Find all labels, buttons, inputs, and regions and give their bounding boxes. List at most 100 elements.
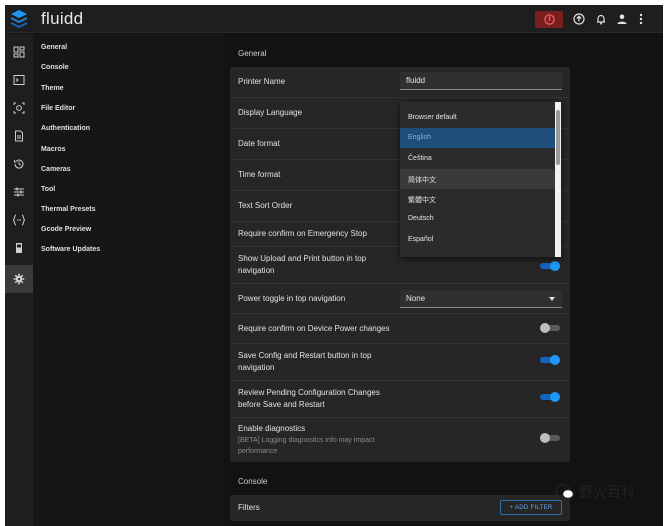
account-icon	[617, 14, 627, 24]
diagnostics-sub-line2: performance	[238, 448, 278, 455]
app-window: fluidd General Console Theme File Editor…	[5, 5, 663, 526]
settings-nav: General Console Theme File Editor Authen…	[33, 34, 223, 526]
upload-print-toggle[interactable]	[540, 261, 560, 271]
review-changes-label-line2: before Save and Restart	[238, 400, 325, 409]
add-filter-button[interactable]: + ADD FILTER	[500, 500, 562, 515]
confirm-estop-label: Require confirm on Emergency Stop	[238, 229, 367, 238]
display-language-label: Display Language	[238, 108, 303, 117]
settings-nav-thermal-presets[interactable]: Thermal Presets	[41, 206, 95, 213]
tune-icon	[14, 187, 24, 197]
language-option-deutsch[interactable]: Deutsch	[400, 209, 555, 229]
fluidd-logo-icon[interactable]	[11, 10, 27, 28]
upload-print-label-line1: Show Upload and Print button in top	[238, 254, 367, 263]
text-sort-order-label: Text Sort Order	[238, 201, 293, 210]
language-option-espanol[interactable]: Español	[400, 230, 555, 250]
bell-icon	[597, 14, 605, 25]
language-option-label: Español	[408, 236, 434, 243]
language-option-cestina[interactable]: Čeština	[400, 149, 555, 169]
rail-settings[interactable]	[5, 265, 33, 293]
watermark-text: 野火百科	[579, 485, 635, 501]
language-option-label: Browser default	[408, 114, 457, 121]
language-option-label: English	[408, 134, 431, 141]
filters-label: Filters	[238, 503, 260, 512]
upload-print-button[interactable]	[571, 11, 587, 27]
power-toggle-label: Power toggle in top navigation	[238, 294, 346, 303]
confirm-power-row: Require confirm on Device Power changes	[230, 314, 570, 344]
scrollbar-thumb[interactable]	[556, 110, 560, 165]
language-option-label: 简体中文	[408, 176, 436, 184]
upload-icon	[573, 13, 585, 25]
save-restart-row: Save Config and Restart button in top na…	[230, 344, 570, 381]
emergency-stop-button[interactable]	[535, 11, 563, 28]
notifications-button[interactable]	[593, 11, 609, 27]
rail-dashboard[interactable]	[5, 38, 33, 66]
diagnostics-row: Enable diagnostics [BETA] Logging diagno…	[230, 418, 570, 462]
review-changes-row: Review Pending Configuration Changes bef…	[230, 381, 570, 418]
dashboard-icon	[13, 46, 25, 58]
rail-system[interactable]	[5, 234, 33, 262]
general-section-title: General	[238, 49, 267, 58]
settings-nav-theme[interactable]: Theme	[41, 85, 64, 92]
review-changes-label-line1: Review Pending Configuration Changes	[238, 388, 380, 397]
date-format-label: Date format	[238, 139, 280, 148]
wechat-icon	[555, 484, 575, 500]
code-braces-icon	[12, 214, 26, 226]
icon-rail	[5, 34, 33, 526]
more-vert-icon	[639, 13, 643, 25]
rail-tune[interactable]	[5, 178, 33, 206]
language-option-label: 繁體中文	[408, 196, 436, 204]
save-restart-toggle[interactable]	[540, 355, 560, 365]
top-bar: fluidd	[5, 5, 663, 33]
time-format-label: Time format	[238, 170, 281, 179]
gear-icon	[13, 273, 25, 285]
settings-nav-gcode-preview[interactable]: Gcode Preview	[41, 226, 91, 233]
console-icon	[13, 75, 25, 85]
settings-nav-macros[interactable]: Macros	[41, 146, 66, 153]
emergency-stop-icon	[543, 14, 555, 25]
history-icon	[14, 159, 24, 169]
settings-nav-authentication[interactable]: Authentication	[41, 125, 90, 132]
sd-card-icon	[16, 243, 22, 253]
power-toggle-select[interactable]: None	[400, 290, 562, 308]
language-option-traditional-chinese[interactable]: 繁體中文	[400, 189, 555, 209]
more-menu-button[interactable]	[633, 11, 649, 27]
settings-nav-tool[interactable]: Tool	[41, 186, 55, 193]
printer-name-value: fluidd	[406, 76, 426, 85]
settings-nav-general[interactable]: General	[41, 44, 67, 51]
console-section-title: Console	[238, 477, 268, 486]
rail-camera[interactable]	[5, 94, 33, 122]
diagnostics-label: Enable diagnostics	[238, 424, 306, 433]
camera-icon	[13, 102, 25, 114]
diagnostics-sub-line1: [BETA] Logging diagnostics info may impa…	[238, 437, 375, 444]
save-restart-label-line1: Save Config and Restart button in top	[238, 351, 372, 360]
app-title: fluidd	[41, 9, 84, 28]
language-menu-scrollbar[interactable]	[555, 102, 561, 257]
language-option-label: Čeština	[408, 155, 432, 162]
power-toggle-value: None	[406, 294, 426, 303]
account-button[interactable]	[614, 11, 630, 27]
watermark: 野火百科	[555, 482, 635, 502]
review-changes-toggle[interactable]	[540, 392, 560, 402]
language-menu: Browser default English Čeština 简体中文 繁體中…	[400, 102, 561, 257]
save-restart-label-line2: navigation	[238, 363, 275, 372]
printer-name-input[interactable]: fluidd	[400, 72, 562, 90]
file-icon	[15, 130, 23, 142]
settings-nav-cameras[interactable]: Cameras	[41, 166, 71, 173]
chevron-down-icon	[549, 297, 555, 301]
confirm-power-toggle[interactable]	[540, 323, 560, 333]
printer-name-label: Printer Name	[238, 77, 286, 86]
settings-nav-software-updates[interactable]: Software Updates	[41, 246, 100, 253]
settings-nav-console[interactable]: Console	[41, 64, 69, 71]
rail-files[interactable]	[5, 122, 33, 150]
diagnostics-toggle[interactable]	[540, 433, 560, 443]
rail-console[interactable]	[5, 66, 33, 94]
language-option-browser-default[interactable]: Browser default	[400, 108, 555, 128]
rail-macros[interactable]	[5, 206, 33, 234]
rail-history[interactable]	[5, 150, 33, 178]
language-option-label: Deutsch	[408, 215, 434, 222]
confirm-power-label: Require confirm on Device Power changes	[238, 324, 390, 333]
language-option-simplified-chinese[interactable]: 简体中文	[400, 169, 555, 189]
language-option-english[interactable]: English	[400, 128, 555, 148]
settings-nav-file-editor[interactable]: File Editor	[41, 105, 75, 112]
upload-print-label-line2: navigation	[238, 266, 275, 275]
